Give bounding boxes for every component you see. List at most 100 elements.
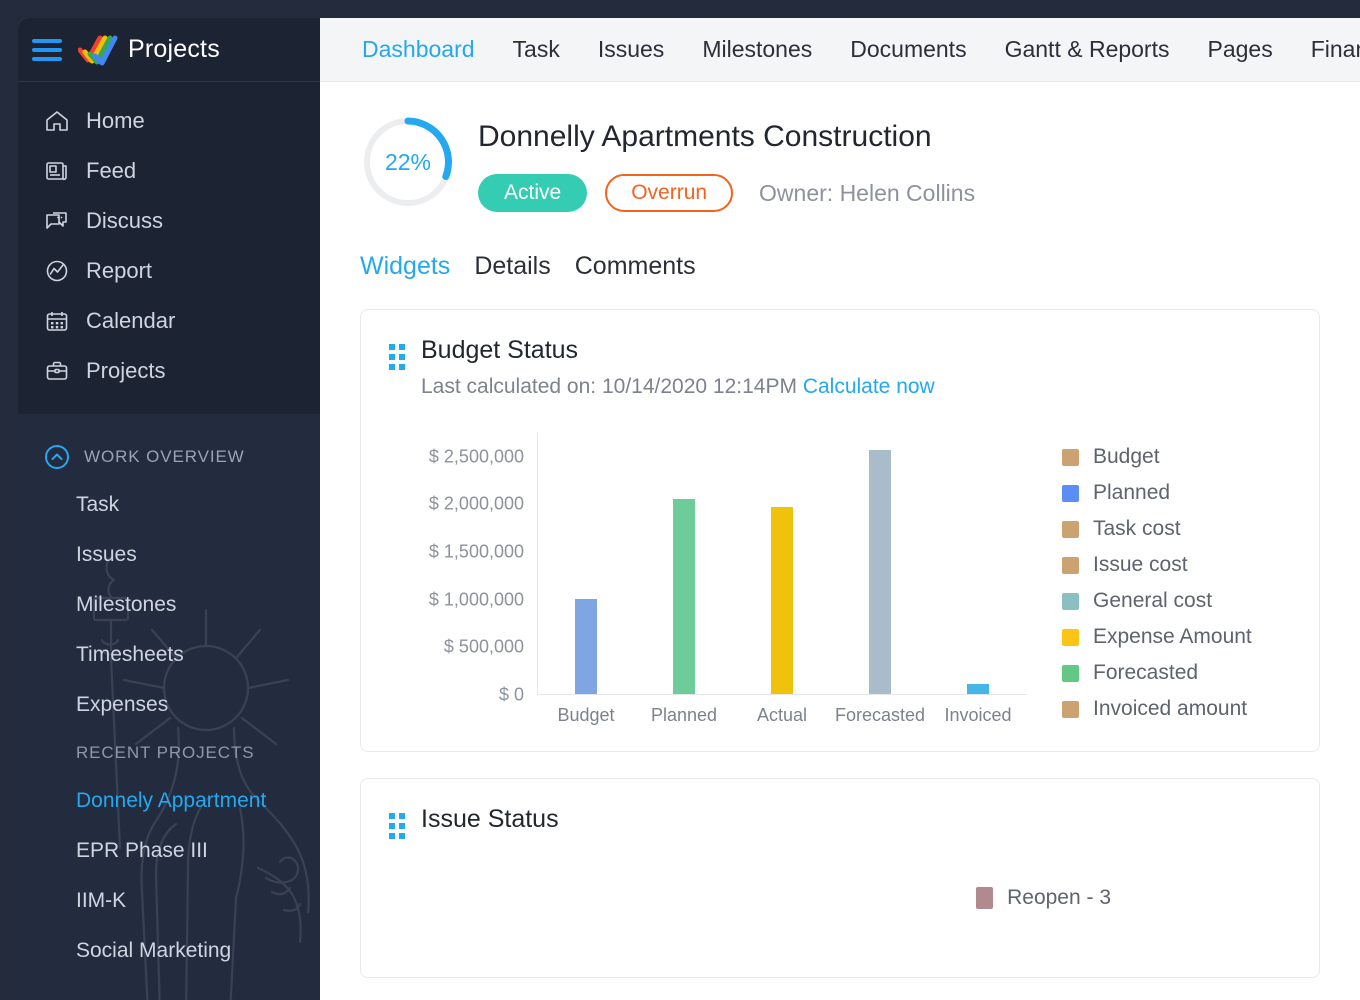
tab-dashboard[interactable]: Dashboard xyxy=(362,36,475,63)
legend-item[interactable]: Reopen - 3 xyxy=(976,883,1111,913)
status-badge[interactable]: Active xyxy=(478,174,588,212)
tab-pages[interactable]: Pages xyxy=(1208,36,1273,63)
sidebar-section-label: RECENT PROJECTS xyxy=(76,743,255,762)
widget-subtitle: Last calculated on: 10/14/2020 12:14PM C… xyxy=(421,375,935,399)
tab-details[interactable]: Details xyxy=(474,252,550,281)
chart-bar[interactable] xyxy=(967,684,989,694)
legend-item[interactable]: Invoiced amount xyxy=(1062,691,1252,727)
sidebar-item-issues[interactable]: Issues xyxy=(18,530,320,580)
sidebar-item-social-marketing[interactable]: Social Marketing xyxy=(18,926,320,976)
x-tick-label: Forecasted xyxy=(834,705,926,725)
chart-bar[interactable] xyxy=(869,450,891,694)
legend-swatch xyxy=(1062,520,1079,538)
home-icon xyxy=(44,108,78,134)
bar-chart-plot: $ 0 $ 500,000 $ 1,000,000 $ 1,500,000 $ 2,00… xyxy=(389,433,1034,733)
legend-label: Planned xyxy=(1093,481,1171,504)
sidebar-item-label: Home xyxy=(86,108,145,133)
legend-swatch xyxy=(1062,448,1079,466)
drag-handle-icon[interactable] xyxy=(389,344,405,370)
tab-milestones[interactable]: Milestones xyxy=(702,36,812,63)
tab-comments[interactable]: Comments xyxy=(575,252,696,281)
project-owner: Owner: Helen Collins xyxy=(759,179,976,206)
progress-percent-label: 22% xyxy=(384,148,432,175)
overrun-badge[interactable]: Overrun xyxy=(605,174,734,212)
budget-chart: $ 0 $ 500,000 $ 1,000,000 $ 1,500,000 $ 2,00… xyxy=(389,433,1291,733)
sidebar-item-discuss[interactable]: Discuss xyxy=(18,196,320,246)
chart-bar[interactable] xyxy=(771,507,793,694)
legend-item[interactable]: General cost xyxy=(1062,583,1252,619)
app-window: Projects Home Feed Discuss Report Calend… xyxy=(18,18,1360,1000)
feed-icon xyxy=(44,158,78,184)
sidebar-item-calendar[interactable]: Calendar xyxy=(18,296,320,346)
sidebar-lower-section: WORK OVERVIEW Task Issues Milestones Tim… xyxy=(18,414,320,976)
x-tick-label: Actual xyxy=(756,705,808,725)
legend-label: Expense Amount xyxy=(1093,625,1252,648)
widget-title: Budget Status xyxy=(421,336,579,364)
x-tick-label: Invoiced xyxy=(944,705,1012,725)
project-header: 22% Donnelly Apartments Construction Act… xyxy=(360,82,1320,212)
sidebar-section-work-overview[interactable]: WORK OVERVIEW xyxy=(18,434,320,480)
legend-item[interactable]: Task cost xyxy=(1062,511,1252,547)
report-icon xyxy=(44,258,78,284)
hamburger-icon[interactable] xyxy=(32,38,62,61)
sidebar-section-recent-projects: RECENT PROJECTS xyxy=(18,730,320,776)
legend-item[interactable]: Issue cost xyxy=(1062,547,1252,583)
last-calculated-prefix: Last calculated on: xyxy=(421,375,597,398)
sidebar-top-section: Projects Home Feed Discuss Report Calend… xyxy=(18,18,320,414)
widget-header: Issue Status xyxy=(389,805,1291,839)
last-calculated-value: 10/14/2020 12:14PM xyxy=(601,375,797,398)
legend-item[interactable]: Budget xyxy=(1062,439,1252,475)
tab-documents[interactable]: Documents xyxy=(850,36,966,63)
discuss-icon xyxy=(44,208,78,234)
budget-status-widget: Budget Status Last calculated on: 10/14/… xyxy=(360,309,1320,752)
y-tick-label: $ 1,000,000 xyxy=(428,589,524,610)
sidebar-item-label: Feed xyxy=(86,158,137,183)
main-area: Dashboard Task Issues Milestones Documen… xyxy=(320,18,1360,1000)
tab-widgets[interactable]: Widgets xyxy=(360,252,450,281)
legend-label: Invoiced amount xyxy=(1093,697,1248,720)
page-title: Donnelly Apartments Construction xyxy=(478,120,932,153)
chart-axes xyxy=(537,433,1027,695)
chart-bar[interactable] xyxy=(575,598,597,694)
content-area: 22% Donnelly Apartments Construction Act… xyxy=(320,82,1360,978)
y-axis-labels: $ 0 $ 500,000 $ 1,000,000 $ 1,500,000 $ 2,00… xyxy=(389,433,524,704)
x-axis-labels: Budget Planned Actual Forecasted Invoiced xyxy=(537,705,1027,735)
sidebar-item-epr-phase-iii[interactable]: EPR Phase III xyxy=(18,826,320,876)
tab-issues[interactable]: Issues xyxy=(598,36,664,63)
tab-finance[interactable]: Finance xyxy=(1311,36,1360,63)
legend-swatch xyxy=(1062,556,1079,574)
project-badges: Active Overrun Owner: Helen Collins xyxy=(478,174,975,212)
sidebar-item-projects[interactable]: Projects xyxy=(18,346,320,396)
sidebar-item-feed[interactable]: Feed xyxy=(18,146,320,196)
sidebar-item-label: Discuss xyxy=(86,208,164,233)
sidebar-primary-nav: Home Feed Discuss Report Calendar Projec… xyxy=(18,82,320,396)
sidebar-item-task[interactable]: Task xyxy=(18,480,320,530)
legend-item[interactable]: Planned xyxy=(1062,475,1252,511)
chart-bar[interactable] xyxy=(673,498,695,694)
sidebar-item-iim-k[interactable]: IIM-K xyxy=(18,876,320,926)
issue-chart-legend: Reopen - 3 xyxy=(389,883,1291,913)
briefcase-icon xyxy=(44,358,78,384)
widget-header: Budget Status Last calculated on: 10/14/… xyxy=(389,336,1291,399)
sidebar-brand[interactable]: Projects xyxy=(18,18,320,82)
legend-swatch xyxy=(976,887,994,909)
legend-label: Forecasted xyxy=(1093,661,1199,684)
sidebar-item-timesheets[interactable]: Timesheets xyxy=(18,630,320,680)
sidebar-item-report[interactable]: Report xyxy=(18,246,320,296)
tab-task[interactable]: Task xyxy=(513,36,560,63)
chart-legend: Budget Planned Task cost Issue cost General … xyxy=(1062,433,1252,733)
calculate-now-link[interactable]: Calculate now xyxy=(803,375,935,398)
y-tick-label: $ 500,000 xyxy=(443,636,524,657)
legend-label: Issue cost xyxy=(1093,553,1188,576)
sidebar-item-expenses[interactable]: Expenses xyxy=(18,680,320,730)
sidebar-item-home[interactable]: Home xyxy=(18,96,320,146)
y-tick-label: $ 0 xyxy=(498,684,524,705)
legend-item[interactable]: Forecasted xyxy=(1062,655,1252,691)
sidebar-item-label: Report xyxy=(86,258,153,283)
drag-handle-icon[interactable] xyxy=(389,813,405,839)
tab-gantt-reports[interactable]: Gantt & Reports xyxy=(1005,36,1170,63)
sidebar-item-milestones[interactable]: Milestones xyxy=(18,580,320,630)
sidebar-item-donnely-appartment[interactable]: Donnely Appartment xyxy=(18,776,320,826)
sidebar: Projects Home Feed Discuss Report Calend… xyxy=(18,18,320,1000)
legend-item[interactable]: Expense Amount xyxy=(1062,619,1252,655)
